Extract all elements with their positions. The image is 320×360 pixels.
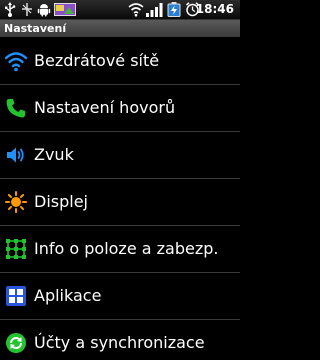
- status-time: 18:46: [195, 2, 234, 16]
- settings-item-label: Displej: [34, 192, 88, 211]
- speaker-icon: [7, 147, 24, 163]
- wifi-icon: [128, 3, 144, 17]
- wifi-icon: [5, 52, 27, 72]
- phone-icon: [6, 99, 25, 118]
- settings-item-location-security[interactable]: Info o poloze a zabezp.: [0, 226, 240, 273]
- settings-item-label: Info o poloze a zabezp.: [34, 239, 219, 258]
- settings-item-label: Zvuk: [34, 145, 74, 164]
- picture-notification-icon: [54, 3, 76, 16]
- page-title: Nastavení: [4, 22, 67, 35]
- applications-grid-icon: [6, 286, 26, 306]
- status-bar: 18:46: [0, 0, 240, 20]
- title-bar: Nastavení: [0, 20, 240, 37]
- settings-item-wireless-networks[interactable]: Bezdrátové sítě: [0, 38, 240, 85]
- settings-item-sound[interactable]: Zvuk: [0, 132, 240, 179]
- pattern-lock-icon: [6, 239, 26, 259]
- settings-item-label: Nastavení hovorů: [34, 98, 176, 117]
- settings-item-accounts-sync[interactable]: Účty a synchronizace: [0, 320, 240, 360]
- battery-icon: [167, 2, 181, 17]
- android-icon: [37, 4, 51, 17]
- sun-icon: [5, 191, 27, 213]
- settings-item-call-settings[interactable]: Nastavení hovorů: [0, 85, 240, 132]
- settings-item-label: Aplikace: [34, 286, 102, 305]
- settings-list: Bezdrátové sítě Nastavení hovorů Zvuk Di…: [0, 38, 240, 360]
- settings-item-applications[interactable]: Aplikace: [0, 273, 240, 320]
- settings-item-display[interactable]: Displej: [0, 179, 240, 226]
- settings-item-label: Bezdrátové sítě: [34, 51, 160, 70]
- sync-icon: [6, 333, 26, 353]
- signal-icon: [146, 3, 163, 17]
- usb-debug-icon: [22, 3, 32, 16]
- settings-item-label: Účty a synchronizace: [34, 333, 205, 352]
- usb-icon: [5, 2, 16, 17]
